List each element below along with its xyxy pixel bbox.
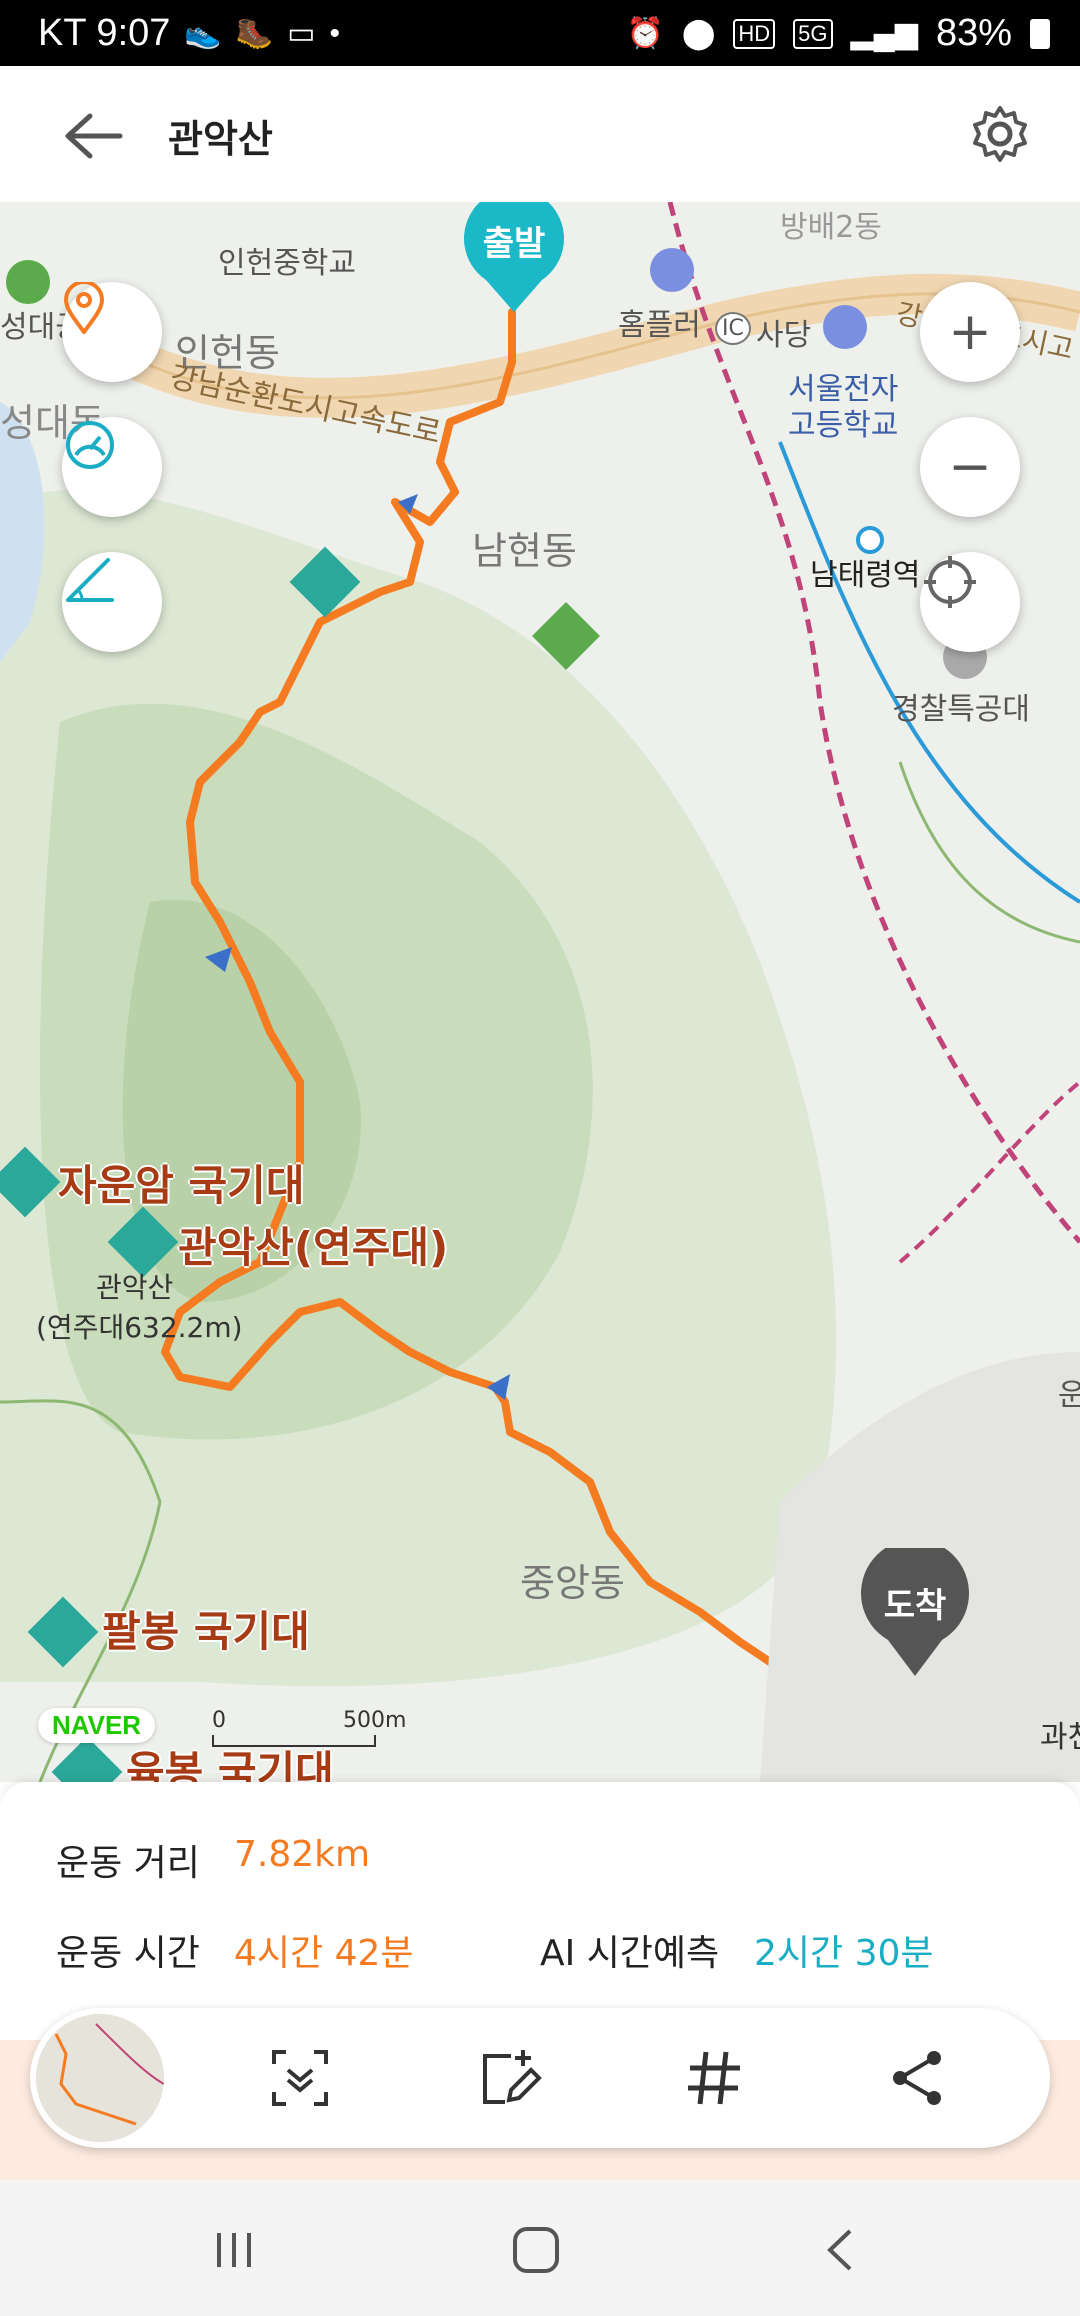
time-value: 4시간 42분 bbox=[234, 1933, 414, 1974]
map-label-namhyeon-dong: 남현동 bbox=[472, 529, 577, 573]
hd-icon: HD bbox=[733, 18, 776, 49]
alarm-icon: ⏰ bbox=[626, 17, 664, 50]
map-label-peak-name: 관악산 bbox=[96, 1271, 174, 1304]
edit-add-icon bbox=[483, 2050, 542, 2104]
map-label-sadang: 사당 bbox=[756, 318, 812, 353]
share-button[interactable] bbox=[878, 2038, 958, 2118]
map-label-school2-line2: 고등학교 bbox=[788, 408, 899, 443]
settings-button[interactable] bbox=[970, 104, 1030, 164]
slope-icon bbox=[66, 558, 114, 602]
scan-icon bbox=[272, 2050, 328, 2106]
system-back-button[interactable] bbox=[800, 2220, 880, 2280]
bottom-toolbar bbox=[30, 2008, 1050, 2148]
speed-button[interactable] bbox=[62, 417, 162, 517]
map-poi-jaunam[interactable]: 자운암 국기대 bbox=[58, 1152, 304, 1213]
route-map[interactable]: 인헌중학교 인헌동 성대공 성대동 강남순환도시고속도로 강남순환도시고 홈플러… bbox=[0, 202, 1080, 1782]
system-nav-bar bbox=[0, 2180, 1080, 2316]
my-location-button[interactable] bbox=[920, 552, 1020, 652]
ic-badge: IC bbox=[715, 312, 751, 345]
page-title: 관악산 bbox=[168, 117, 273, 161]
naver-logo: NAVER bbox=[38, 1708, 156, 1743]
network-icon: 5G bbox=[793, 18, 833, 49]
share-icon bbox=[893, 2051, 941, 2105]
arrow-left-icon bbox=[65, 113, 123, 159]
end-label: 도착 bbox=[883, 1586, 947, 1626]
map-thumbnail[interactable] bbox=[36, 2014, 164, 2142]
map-label-police: 경찰특공대 bbox=[892, 692, 1030, 727]
app-header: 관악산 bbox=[0, 66, 1080, 202]
scale-bar bbox=[212, 1735, 376, 1747]
mini-map-icon bbox=[36, 2014, 164, 2142]
map-label-gwacheon: 과천 bbox=[1040, 1720, 1080, 1755]
scale-end: 500m bbox=[343, 1708, 407, 1733]
battery-percent: 83% bbox=[935, 12, 1012, 54]
shoe-icon: 👟 bbox=[184, 17, 222, 50]
scan-button[interactable] bbox=[260, 2038, 340, 2118]
edit-button[interactable] bbox=[470, 2038, 550, 2118]
map-label-un: 운 bbox=[1058, 1378, 1080, 1413]
map-label-homeplus: 홈플러 bbox=[618, 308, 701, 343]
location-icon: ⬤ bbox=[681, 17, 716, 50]
speedometer-icon bbox=[66, 421, 114, 469]
distance-value: 7.82km bbox=[234, 1834, 371, 1875]
hashtag-button[interactable] bbox=[674, 2038, 754, 2118]
gear-icon bbox=[973, 106, 1027, 162]
map-label-peak-elevation: (연주대632.2m) bbox=[36, 1311, 243, 1344]
slope-button[interactable] bbox=[62, 552, 162, 652]
recents-icon bbox=[217, 2233, 251, 2267]
home-icon bbox=[513, 2227, 559, 2273]
start-marker[interactable]: 출발 bbox=[458, 202, 570, 314]
map-poi-gwanaksan[interactable]: 관악산(연주대) bbox=[178, 1214, 448, 1275]
location-pin-button[interactable] bbox=[62, 282, 162, 382]
dot-icon: • bbox=[329, 16, 340, 50]
home-button[interactable] bbox=[496, 2220, 576, 2280]
ai-time-label: AI 시간예측 bbox=[540, 1933, 720, 1974]
card-icon: ▭ bbox=[287, 17, 316, 50]
battery-icon bbox=[1030, 18, 1050, 49]
start-label: 출발 bbox=[482, 224, 546, 264]
carrier-time: KT 9:07 bbox=[38, 12, 171, 54]
map-poi-palbong[interactable]: 팔봉 국기대 bbox=[102, 1598, 310, 1659]
map-label-bangbae: 방배2동 bbox=[780, 210, 882, 245]
map-pin-icon bbox=[63, 282, 105, 334]
map-scale: 0 500m bbox=[212, 1708, 406, 1747]
map-label-station: 남태령역 bbox=[810, 558, 921, 593]
end-marker[interactable]: 도착 bbox=[858, 1548, 972, 1678]
scale-start: 0 bbox=[212, 1708, 226, 1733]
distance-label: 운동 거리 bbox=[56, 1843, 200, 1884]
back-button[interactable] bbox=[60, 106, 130, 166]
recents-button[interactable] bbox=[194, 2220, 274, 2280]
hiker-icon: 🥾 bbox=[235, 17, 274, 50]
chevron-left-icon bbox=[827, 2229, 852, 2271]
signal-icon: ▂▄▆ bbox=[850, 17, 918, 50]
stats-panel: 운동 거리 7.82km 운동 시간 4시간 42분 AI 시간예측 2시간 3… bbox=[0, 1782, 1080, 2042]
status-bar: KT 9:07 👟 🥾 ▭ • ⏰ ⬤ HD 5G ▂▄▆ 83% bbox=[0, 0, 1080, 66]
zoom-out-button[interactable]: − bbox=[920, 417, 1020, 517]
ai-time-value: 2시간 30분 bbox=[754, 1933, 934, 1974]
time-label: 운동 시간 bbox=[56, 1933, 200, 1974]
crosshair-icon bbox=[924, 556, 976, 608]
zoom-in-button[interactable]: + bbox=[920, 282, 1020, 382]
map-label-school: 인헌중학교 bbox=[218, 246, 356, 281]
map-canvas bbox=[0, 202, 1080, 1782]
map-label-jungang-dong: 중앙동 bbox=[520, 1561, 625, 1605]
hashtag-icon bbox=[688, 2051, 740, 2105]
